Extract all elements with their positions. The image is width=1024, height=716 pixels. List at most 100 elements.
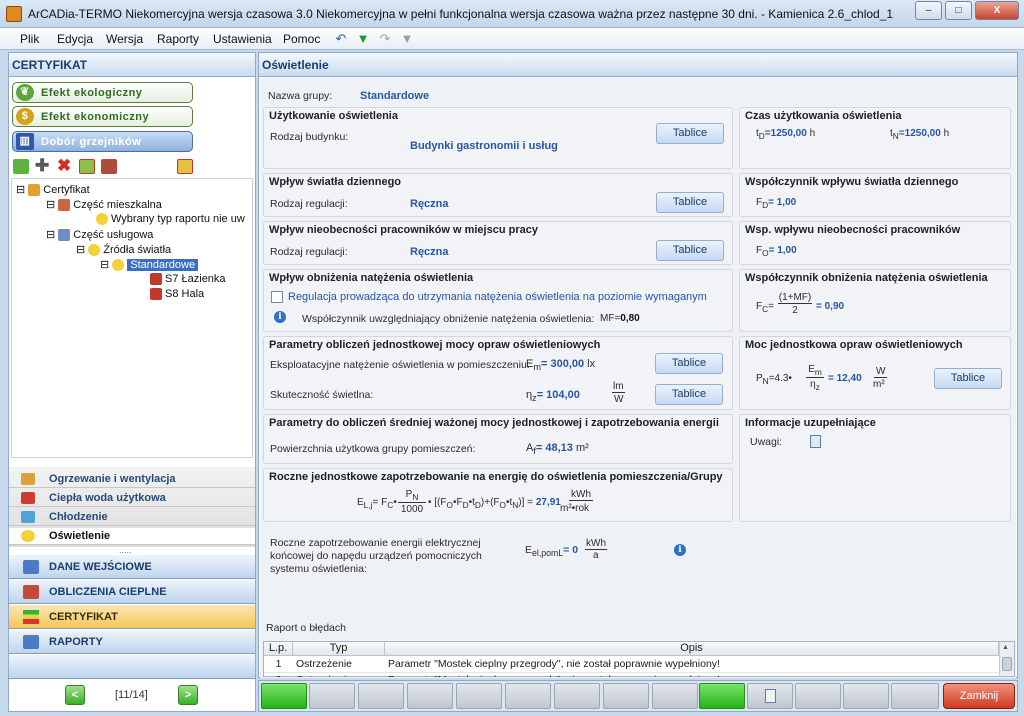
nav-certificate[interactable]: CERTYFIKAT	[9, 605, 255, 629]
group-name-value[interactable]: Standardowe	[360, 90, 429, 102]
nav-thermal-calc[interactable]: OBLICZENIA CIEPLNE	[9, 580, 255, 604]
toolbar-button-13[interactable]	[843, 683, 889, 709]
bottom-toolbar: Zamknij	[258, 680, 1018, 712]
pn-unit-den: m²	[873, 379, 885, 390]
close-button[interactable]: Zamknij	[943, 683, 1015, 709]
daylight-tables-button[interactable]: Tablice	[656, 192, 724, 213]
toolbar-button-9[interactable]	[652, 683, 698, 709]
category-heating[interactable]: Ogrzewanie i wentylacja	[9, 471, 255, 488]
tree-node-standard[interactable]: ⊟ Standardowe	[100, 258, 199, 272]
notes-edit-icon[interactable]	[810, 435, 821, 448]
toolbar-button-1[interactable]	[261, 683, 307, 709]
economic-effect-button[interactable]: $ Efekt ekonomiczny	[12, 106, 193, 127]
toolbar-button-4[interactable]	[407, 683, 453, 709]
td-formula: tD=1250,00 h	[756, 128, 816, 141]
nav-reports[interactable]: RAPORTY	[9, 630, 255, 654]
toolbar-button-5[interactable]	[456, 683, 502, 709]
toolbar-button-7[interactable]	[554, 683, 600, 709]
regulation-checkbox-label[interactable]: Regulacja prowadząca do utrzymania natęż…	[288, 291, 707, 303]
tree-node-service[interactable]: ⊟ Część usługowa	[46, 228, 153, 242]
maximize-button[interactable]: □	[945, 1, 972, 20]
window-title: ArCADia-TERMO Niekomercyjna wersja czaso…	[28, 7, 894, 21]
tree-node-certyfikat[interactable]: ⊟ Certyfikat	[16, 183, 90, 197]
col-typ[interactable]: Typ	[293, 642, 385, 656]
tree-node-light-sources[interactable]: ⊟ Źródła światła	[76, 243, 171, 257]
daylight-coef-title: Współczynnik wpływu światła dziennego	[745, 176, 959, 188]
absence-regulation-value[interactable]: Ręczna	[410, 246, 449, 258]
scroll-thumb[interactable]	[1002, 657, 1012, 671]
annual-bracket: • [(FO•FD•tD)+(FO•tN)] = 27,91	[428, 497, 561, 510]
usage-time-box: Czas użytkowania oświetlenia tD=1250,00 …	[739, 107, 1011, 169]
add-icon[interactable]: ✚	[35, 156, 49, 176]
annual-numerator: PN	[398, 489, 426, 503]
em-tables-button[interactable]: Tablice	[655, 353, 723, 374]
category-lighting[interactable]: Oświetlenie	[9, 528, 255, 545]
daylight-regulation-value[interactable]: Ręczna	[410, 198, 449, 210]
toolbar-button-12[interactable]	[795, 683, 841, 709]
efficacy-unit-num: lm	[612, 381, 625, 393]
tree-node-s7[interactable]: S7 Łazienka	[150, 273, 226, 286]
close-window-button[interactable]: X	[975, 1, 1019, 20]
regulation-checkbox[interactable]	[271, 291, 283, 303]
redo-icon[interactable]: ↷	[378, 32, 392, 46]
menu-raporty[interactable]: Raporty	[157, 32, 199, 46]
table-row[interactable]: 1 Ostrzeżenie Parametr "Mostek cieplny prz…	[264, 657, 999, 673]
toolbar-button-6[interactable]	[505, 683, 551, 709]
radiator-selection-button[interactable]: ▥ Dobór grzejników	[12, 131, 193, 152]
category-hot-water[interactable]: Ciepła woda użytkowa	[9, 490, 255, 507]
settings-icon[interactable]	[177, 159, 193, 174]
toolbar-button-14[interactable]	[891, 683, 939, 709]
add-folder-icon[interactable]	[13, 159, 29, 174]
next-page-button[interactable]: >	[178, 685, 198, 705]
mf-label: Współczynnik uwzględniający obniżenie na…	[302, 313, 595, 325]
toolbar-notes-button[interactable]	[747, 683, 793, 709]
ecological-effect-button[interactable]: ❦ Efekt ekologiczny	[12, 82, 193, 103]
menu-wersja[interactable]: Wersja	[106, 32, 143, 46]
unit-power-box: Moc jednostkowa opraw oświetleniowych PN…	[739, 336, 1011, 410]
error-table-scrollbar[interactable]: ▲	[999, 642, 1014, 676]
toolbar-button-8[interactable]	[603, 683, 649, 709]
toolbar-button-10[interactable]	[699, 683, 745, 709]
efficacy-tables-button[interactable]: Tablice	[655, 384, 723, 405]
tn-formula: tN=1250,00 h	[890, 128, 950, 141]
input-data-icon	[23, 560, 39, 574]
arrow-down-icon[interactable]: ▼	[356, 32, 370, 46]
tree-node-report-type[interactable]: Wybrany typ raportu nie uw	[96, 213, 245, 226]
area-label: Powierzchnia użytkowa grupy pomieszczeń:	[270, 443, 476, 455]
copy-icon[interactable]	[79, 159, 95, 174]
right-panel: Oświetlenie Nazwa grupy: Standardowe Uży…	[258, 52, 1018, 678]
daylight-regulation-label: Rodzaj regulacji:	[270, 198, 348, 210]
prev-page-button[interactable]: <	[65, 685, 85, 705]
building-type-value[interactable]: Budynki gastronomii i usług	[410, 140, 558, 152]
toolbar-button-3[interactable]	[358, 683, 404, 709]
col-lp[interactable]: L.p.	[264, 642, 293, 656]
splitter-grip[interactable]: .....	[119, 545, 132, 555]
col-opis[interactable]: Opis	[385, 642, 999, 656]
minimize-button[interactable]: –	[915, 1, 942, 20]
aux-info-icon[interactable]: i	[674, 544, 686, 556]
paste-icon[interactable]	[101, 159, 117, 174]
aux-unit-num: kWh	[585, 538, 607, 550]
usage-tables-button[interactable]: Tablice	[656, 123, 724, 144]
category-cooling[interactable]: Chłodzenie	[9, 509, 255, 526]
building-icon	[58, 229, 71, 242]
menu-ustawienia[interactable]: Ustawienia	[213, 32, 272, 46]
table-row[interactable]: 2OstrzeżenieParametr "Mostek cieplny prz…	[264, 673, 999, 677]
menu-edycja[interactable]: Edycja	[57, 32, 93, 46]
unit-power-tables-button[interactable]: Tablice	[934, 368, 1002, 389]
delete-icon[interactable]: ✖	[57, 156, 71, 176]
toolbar-button-2[interactable]	[309, 683, 355, 709]
scroll-up-icon[interactable]: ▲	[1002, 644, 1012, 654]
tree-node-s8[interactable]: S8 Hala	[150, 288, 204, 301]
cell-opis: Parametr "Mostek cieplny przegrody", nie…	[385, 673, 999, 677]
group-name-label: Nazwa grupy:	[268, 90, 333, 102]
tree-node-residential[interactable]: ⊟ Część mieszkalna	[46, 198, 162, 212]
fc-numerator: (1+MF)	[778, 292, 812, 304]
nav-input-data[interactable]: DANE WEJŚCIOWE	[9, 555, 255, 579]
menu-plik[interactable]: Plik	[20, 32, 39, 46]
info-icon[interactable]: i	[274, 311, 286, 323]
cell-typ: Ostrzeżenie	[293, 673, 385, 677]
absence-tables-button[interactable]: Tablice	[656, 240, 724, 261]
undo-icon[interactable]: ↶	[334, 32, 348, 46]
menu-pomoc[interactable]: Pomoc	[283, 32, 320, 46]
